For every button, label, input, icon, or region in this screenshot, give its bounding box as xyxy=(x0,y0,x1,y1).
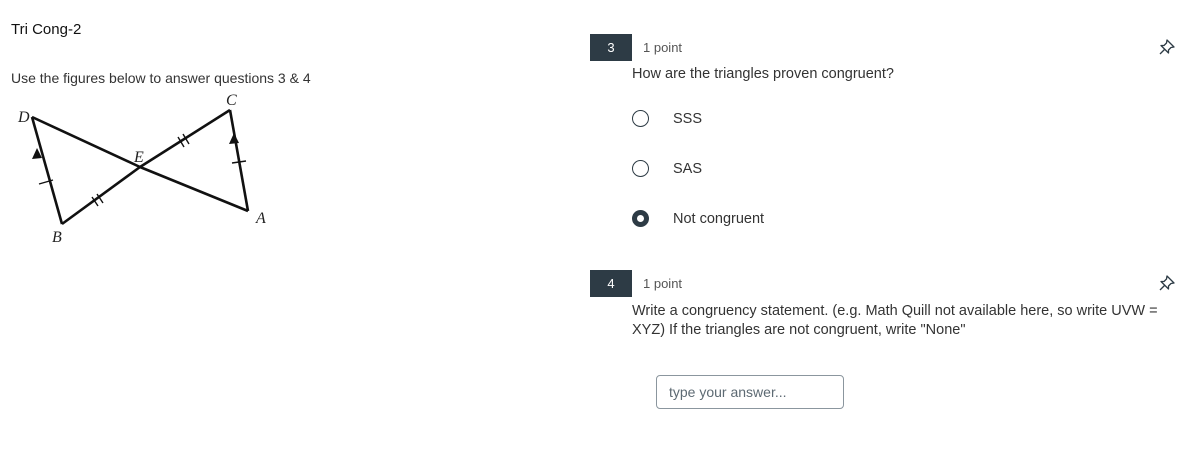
radio-sas[interactable] xyxy=(632,160,649,177)
answer-input[interactable] xyxy=(656,375,844,409)
page-title: Tri Cong-2 xyxy=(11,21,82,38)
instructions-text: Use the figures below to answer question… xyxy=(11,70,311,86)
label-A: A xyxy=(255,210,266,227)
question-4-prompt-line-1: Write a congruency statement. (e.g. Math… xyxy=(632,303,1158,319)
option-sss-label: SSS xyxy=(673,110,703,127)
arrow-CA xyxy=(229,133,239,144)
segment-DB xyxy=(30,116,64,225)
segment-DE xyxy=(31,115,141,169)
radio-not-congruent[interactable] xyxy=(632,210,649,227)
triangle-figure: D C E A B xyxy=(10,90,290,255)
question-4-number: 4 xyxy=(590,270,632,297)
segment-EA xyxy=(139,165,249,213)
pin-icon-svg xyxy=(1159,39,1175,55)
question-3-prompt: How are the triangles proven congruent? xyxy=(632,66,894,82)
option-sas[interactable]: SAS xyxy=(632,160,702,177)
question-3-points: 1 point xyxy=(643,40,683,55)
label-D: D xyxy=(17,109,30,126)
radio-sss[interactable] xyxy=(632,110,649,127)
label-B: B xyxy=(52,229,62,246)
option-sas-label: SAS xyxy=(673,160,703,177)
label-C: C xyxy=(226,92,237,109)
pin-icon[interactable] xyxy=(1158,38,1176,56)
tick-CA xyxy=(231,160,247,164)
option-not-congruent-label: Not congruent xyxy=(673,210,765,227)
pin-icon-svg xyxy=(1159,275,1175,291)
label-E: E xyxy=(133,149,144,166)
question-3-number: 3 xyxy=(590,34,632,61)
option-sss[interactable]: SSS xyxy=(632,110,702,127)
segment-EB xyxy=(61,165,141,226)
option-not-congruent[interactable]: Not congruent xyxy=(632,210,764,227)
pin-icon[interactable] xyxy=(1158,274,1176,292)
question-4-prompt-line-2: XYZ) If the triangles are not congruent,… xyxy=(632,322,966,338)
question-4-points: 1 point xyxy=(643,276,683,291)
triangle-diagram: D C E A B xyxy=(17,92,266,246)
